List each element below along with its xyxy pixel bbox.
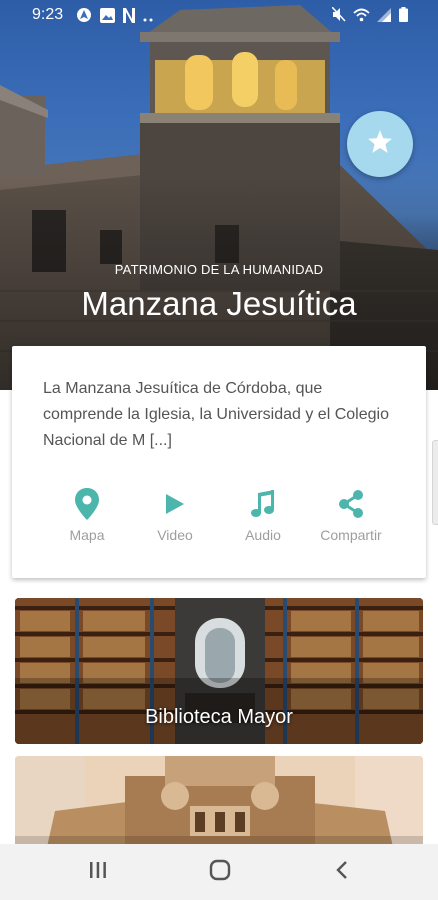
hero-subtitle: PATRIMONIO DE LA HUMANIDAD <box>114 262 324 277</box>
image-icon <box>100 7 115 28</box>
home-button[interactable] <box>205 858 235 886</box>
back-button[interactable] <box>327 858 357 886</box>
share-button[interactable]: Compartir <box>306 488 396 543</box>
back-icon <box>335 860 349 885</box>
mute-icon <box>331 6 346 27</box>
edge-panel-handle[interactable] <box>432 440 438 525</box>
info-card: La Manzana Jesuítica de Córdoba, que com… <box>12 346 426 578</box>
map-label: Mapa <box>69 527 105 543</box>
signal-icon <box>377 7 392 27</box>
system-nav-bar <box>0 844 438 900</box>
play-icon <box>164 492 186 521</box>
status-right-icons <box>331 6 408 27</box>
android-auto-icon <box>76 7 92 28</box>
more-dots-icon <box>143 9 155 27</box>
place-card-label: Biblioteca Mayor <box>145 706 293 728</box>
page-title: Manzana Jesuítica <box>81 285 357 322</box>
map-pin-icon <box>75 487 99 525</box>
status-bar: 9:23 <box>0 0 438 32</box>
recent-apps-icon <box>88 861 108 884</box>
status-left-icons <box>76 7 155 28</box>
place-card-biblioteca[interactable]: Biblioteca Mayor <box>15 598 423 744</box>
star-icon <box>367 129 393 159</box>
share-label: Compartir <box>320 527 382 543</box>
battery-icon <box>399 7 408 27</box>
wifi-icon <box>353 8 370 27</box>
action-bar: Mapa Video Audio Compartir <box>12 487 426 548</box>
netflix-icon <box>123 7 135 28</box>
audio-label: Audio <box>245 527 281 543</box>
hero-image <box>0 0 438 390</box>
map-button[interactable]: Mapa <box>42 487 132 543</box>
favorite-button[interactable] <box>347 111 413 177</box>
status-time: 9:23 <box>32 6 64 23</box>
audio-button[interactable]: Audio <box>218 488 308 543</box>
hero-gradient-overlay <box>0 0 438 390</box>
recent-apps-button[interactable] <box>83 858 113 886</box>
music-note-icon <box>250 489 276 524</box>
share-icon <box>337 489 365 524</box>
facade-image <box>15 756 423 856</box>
home-icon <box>209 859 231 886</box>
place-card-facade[interactable] <box>15 756 423 856</box>
place-description[interactable]: La Manzana Jesuítica de Córdoba, que com… <box>43 376 403 454</box>
video-button[interactable]: Video <box>130 488 220 543</box>
video-label: Video <box>157 527 193 543</box>
